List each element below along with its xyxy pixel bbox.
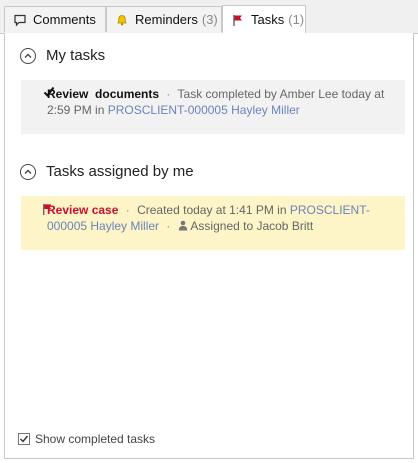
tab-count: (1) <box>288 12 305 27</box>
task-client-link[interactable]: PROSCLIENT-000005 Hayley Miller <box>108 103 300 117</box>
task-assignee: Assigned to Jacob Britt <box>190 219 314 233</box>
checkmark-icon <box>43 86 55 102</box>
comment-icon <box>13 13 27 27</box>
separator: · <box>125 203 130 217</box>
task-title-tail[interactable]: documents <box>95 87 159 101</box>
section-title: Tasks assigned by me <box>46 163 194 180</box>
section-title: My tasks <box>46 47 106 64</box>
tab-comments[interactable]: Comments <box>4 6 106 32</box>
task-item-assigned[interactable]: Review case · Created today at 1:41 PM i… <box>21 196 405 250</box>
task-meta: Created today at 1:41 PM in <box>137 203 287 217</box>
tab-tasks[interactable]: Tasks (1) <box>222 5 306 33</box>
tab-bar: Comments Reminders (3) Tasks (1) <box>0 0 418 34</box>
my-tasks-header[interactable]: My tasks <box>20 47 105 64</box>
tab-reminders[interactable]: Reminders (3) <box>106 6 222 32</box>
bell-icon <box>115 13 129 27</box>
tab-count: (3) <box>201 12 218 27</box>
collapse-icon[interactable] <box>20 47 36 64</box>
checkbox-label: Show completed tasks <box>35 432 156 446</box>
task-title[interactable]: Review case <box>47 203 118 217</box>
separator: · <box>166 87 171 101</box>
task-item-completed[interactable]: Review documents · Task completed by Amb… <box>21 80 405 134</box>
tab-label: Reminders <box>135 12 198 27</box>
show-completed-checkbox[interactable] <box>18 433 30 445</box>
flag-icon <box>41 203 54 220</box>
assigned-by-me-header[interactable]: Tasks assigned by me <box>20 163 194 180</box>
tab-label: Comments <box>33 12 96 27</box>
collapse-icon[interactable] <box>20 163 36 180</box>
tab-label: Tasks <box>251 12 285 27</box>
flag-icon <box>231 13 245 27</box>
show-completed-toggle[interactable]: Show completed tasks <box>18 432 155 446</box>
separator: · <box>166 219 171 233</box>
tasks-panel: My tasks Review documents · Task complet… <box>4 33 414 459</box>
user-icon <box>178 219 188 235</box>
